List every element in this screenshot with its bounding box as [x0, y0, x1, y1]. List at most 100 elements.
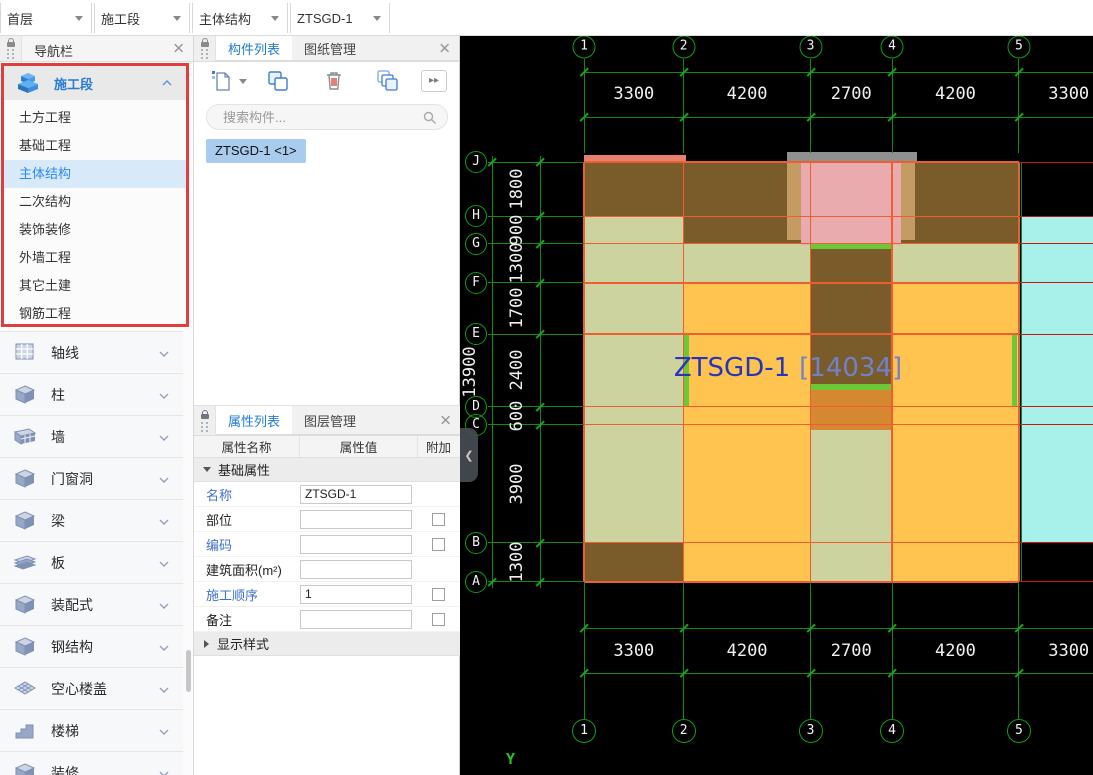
expand-toolbar-icon[interactable]: ▸▸ [421, 70, 447, 92]
structure-dropdown[interactable]: 主体结构 [192, 3, 288, 33]
nav-group-construction-segment[interactable]: 施工段 [4, 66, 186, 100]
sidebar-item-空心楼盖[interactable]: 空心楼盖 [0, 667, 183, 709]
chevron-down-icon[interactable] [239, 79, 247, 84]
grid-line [1019, 243, 1093, 244]
property-value-cell [300, 510, 418, 529]
copy-icon[interactable] [266, 69, 290, 93]
close-icon[interactable]: ✕ [172, 41, 185, 56]
grid-line [1019, 581, 1093, 582]
dimension-label: 1800 [507, 169, 527, 210]
axis-number-bubble-bottom: 3 [799, 719, 823, 743]
panel-grip[interactable] [194, 406, 216, 435]
chevron-down-icon[interactable] [159, 555, 169, 570]
component-dropdown[interactable]: ZTSGD-1 [290, 3, 390, 33]
duplicate-icon[interactable] [376, 69, 400, 93]
sidebar-item-label: 梁 [51, 511, 159, 531]
nav-item-外墙工程[interactable]: 外墙工程 [4, 244, 186, 272]
property-section-基础属性[interactable]: 基础属性 [194, 458, 460, 482]
property-value-input[interactable] [300, 610, 412, 629]
property-value-input[interactable] [300, 585, 412, 604]
property-value-input[interactable] [300, 535, 412, 554]
extra-checkbox[interactable] [432, 513, 445, 526]
chevron-down-icon[interactable] [159, 345, 169, 360]
panel-grip[interactable] [194, 36, 216, 61]
property-panel: 属性列表图层管理 ✕ 属性名称 属性值 附加 基础属性名称部位编码建筑面积(m²… [194, 405, 460, 656]
search-input[interactable] [221, 106, 411, 128]
chevron-down-icon[interactable] [159, 639, 169, 654]
nav-item-装饰装修[interactable]: 装饰装修 [4, 216, 186, 244]
property-section-显示样式[interactable]: 显示样式 [194, 632, 460, 656]
sidebar-item-板[interactable]: 板 [0, 541, 183, 583]
sidebar-item-装修[interactable]: 装修 [0, 751, 183, 775]
chevron-down-icon[interactable] [159, 513, 169, 528]
component-dropdown-value: ZTSGD-1 [297, 11, 373, 26]
grid-line [1019, 216, 1093, 217]
new-component-icon[interactable] [210, 69, 234, 93]
property-value-input[interactable] [300, 560, 412, 579]
extra-checkbox[interactable] [432, 613, 445, 626]
segment-block-pale_green [684, 244, 811, 283]
sidebar-item-门窗洞[interactable]: 门窗洞 [0, 457, 183, 499]
sidebar-item-梁[interactable]: 梁 [0, 499, 183, 541]
chevron-down-icon[interactable] [159, 723, 169, 738]
chevron-down-icon[interactable] [159, 681, 169, 696]
grid-line [584, 406, 1019, 408]
nav-item-基础工程[interactable]: 基础工程 [4, 132, 186, 160]
close-icon[interactable]: ✕ [438, 41, 451, 56]
navigation-header: 导航栏 ✕ [0, 36, 193, 62]
sidebar-item-墙[interactable]: 墙 [0, 415, 183, 457]
grid-line [584, 216, 1019, 218]
chevron-down-icon[interactable] [159, 429, 169, 444]
sidebar-item-楼梯[interactable]: 楼梯 [0, 709, 183, 751]
grid-line [488, 282, 584, 283]
floor-dropdown[interactable]: 首层 [0, 3, 92, 33]
sidebar-item-钢结构[interactable]: 钢结构 [0, 625, 183, 667]
drawing-canvas[interactable]: ❮ 1122334455JHGFEDCBA3300330042004200270… [460, 36, 1093, 775]
property-name: 部位 [194, 510, 300, 529]
sidebar-item-柱[interactable]: 柱 [0, 373, 183, 415]
chevron-down-icon[interactable] [159, 387, 169, 402]
grid-line [1018, 582, 1019, 719]
grid-line [584, 333, 1019, 335]
panel-collapse-handle[interactable]: ❮ [460, 428, 478, 482]
nav-item-其它土建[interactable]: 其它土建 [4, 272, 186, 300]
tab-属性列表[interactable]: 属性列表 [216, 406, 292, 434]
grid-line [584, 582, 585, 719]
nav-item-土方工程[interactable]: 土方工程 [4, 104, 186, 132]
property-value-input[interactable] [300, 485, 412, 504]
sidebar-item-轴线[interactable]: 轴线 [0, 331, 183, 373]
extra-checkbox[interactable] [432, 538, 445, 551]
nav-item-主体结构[interactable]: 主体结构 [4, 160, 186, 188]
dimension-label: 3300 [1048, 84, 1089, 104]
close-icon[interactable]: ✕ [439, 413, 452, 428]
chevron-down-icon[interactable] [159, 765, 169, 775]
nav-item-二次结构[interactable]: 二次结构 [4, 188, 186, 216]
property-row-部位: 部位 [194, 507, 460, 532]
component-label-name: ZTSGD-1 [674, 353, 790, 383]
sidebar-item-label: 空心楼盖 [51, 679, 159, 699]
property-value-input[interactable] [300, 510, 412, 529]
delete-icon[interactable] [322, 69, 346, 93]
sidebar-item-装配式[interactable]: 装配式 [0, 583, 183, 625]
component-list-item[interactable]: ZTSGD-1 <1> [206, 139, 306, 163]
grid-line [584, 581, 1019, 583]
column-header-extra: 附加 [418, 436, 459, 457]
extra-checkbox[interactable] [432, 588, 445, 601]
segment-dropdown[interactable]: 施工段 [94, 3, 190, 33]
tab-图纸管理[interactable]: 图纸管理 [292, 36, 368, 60]
panel-grip[interactable] [0, 36, 22, 61]
sidebar-item-label: 柱 [51, 385, 159, 405]
chevron-down-icon [75, 16, 83, 21]
segment-block-brown [584, 543, 684, 582]
tab-构件列表[interactable]: 构件列表 [216, 36, 292, 60]
column-icon [13, 384, 39, 406]
property-row-备注: 备注 [194, 607, 460, 632]
grid-line [584, 282, 1019, 284]
chevron-down-icon[interactable] [159, 471, 169, 486]
nav-item-钢筋工程[interactable]: 钢筋工程 [4, 300, 186, 328]
chevron-down-icon[interactable] [159, 597, 169, 612]
nav-scrollbar-thumb[interactable] [186, 650, 191, 692]
floor-dropdown-value: 首层 [7, 9, 75, 28]
tab-图层管理[interactable]: 图层管理 [292, 406, 368, 434]
property-name: 备注 [194, 610, 300, 629]
